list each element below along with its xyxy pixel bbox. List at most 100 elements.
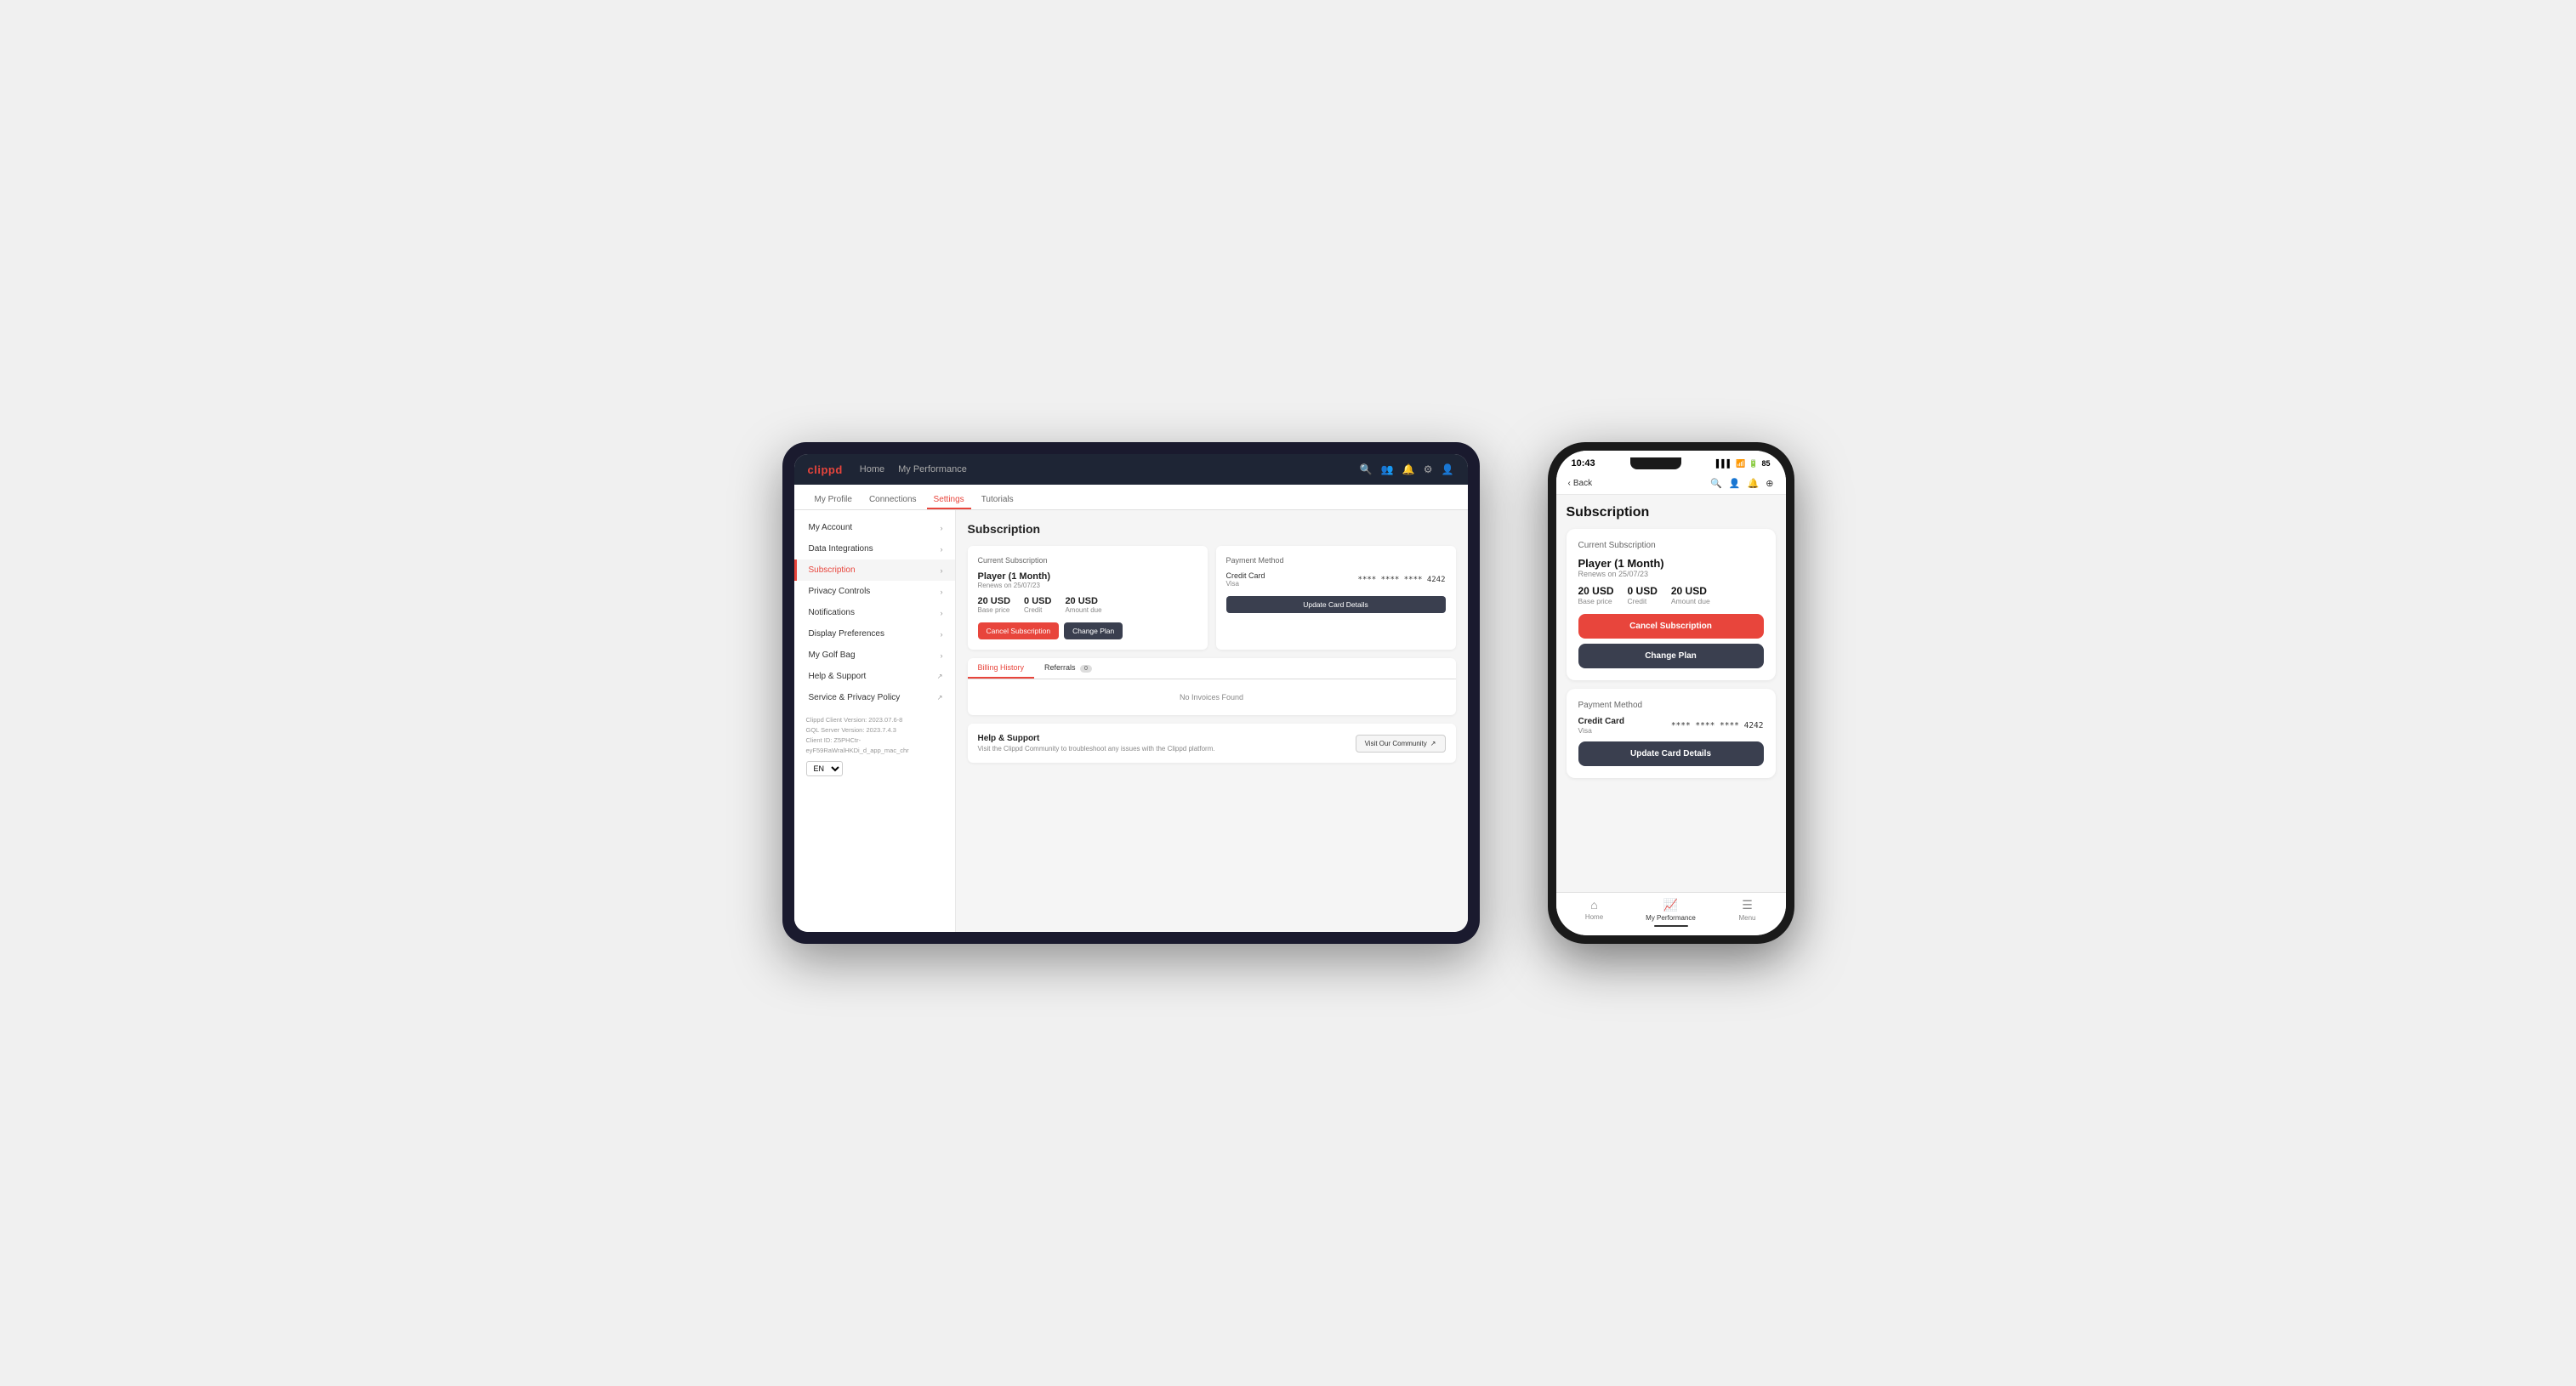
tablet-main-content: Subscription Current Subscription Player… (956, 510, 1468, 932)
payment-method-card: Payment Method Credit Card Visa **** ***… (1216, 546, 1456, 650)
chevron-icon: › (941, 609, 943, 617)
page-title: Subscription (968, 522, 1456, 536)
chevron-icon: › (941, 651, 943, 660)
sidebar-item-subscription[interactable]: Subscription › (794, 560, 955, 581)
bell-icon[interactable]: 🔔 (1402, 463, 1415, 475)
change-plan-button[interactable]: Change Plan (1064, 622, 1123, 639)
wifi-icon: 📶 (1736, 459, 1745, 469)
avatar-icon[interactable]: 👤 (1442, 463, 1454, 475)
phone-cancel-subscription-button[interactable]: Cancel Subscription (1578, 614, 1764, 639)
base-price: 20 USD Base price (978, 596, 1011, 614)
tablet-sidebar: My Account › Data Integrations › Subscri… (794, 510, 956, 932)
add-icon[interactable]: ⊕ (1766, 478, 1773, 489)
phone-renewal-date: Renews on 25/07/23 (1578, 570, 1764, 578)
battery-percentage: 85 (1761, 459, 1770, 468)
phone-nav-menu[interactable]: ☰ Menu (1709, 898, 1786, 927)
phone-notch (1630, 457, 1681, 469)
card-number: **** **** **** 4242 (1358, 576, 1446, 584)
current-subscription-title: Current Subscription (978, 556, 1197, 565)
current-subscription-card: Current Subscription Player (1 Month) Re… (968, 546, 1208, 650)
search-icon[interactable]: 🔍 (1360, 463, 1373, 475)
subnav-my-profile[interactable]: My Profile (808, 491, 859, 509)
phone-nav-bar: ‹ Back 🔍 👤 🔔 ⊕ (1556, 473, 1786, 495)
sidebar-item-display-preferences[interactable]: Display Preferences › (794, 623, 955, 645)
phone-credit: 0 USD Credit (1628, 585, 1658, 605)
phone-nav-home[interactable]: ⌂ Home (1556, 898, 1633, 927)
status-icons: ▌▌▌ 📶 🔋 85 (1716, 459, 1771, 469)
phone-screen: 10:43 ▌▌▌ 📶 🔋 85 ‹ Back 🔍 👤 🔔 ⊕ (1556, 451, 1786, 935)
phone-payment-row: Credit Card Visa **** **** **** 4242 (1578, 717, 1764, 735)
people-icon[interactable]: 👥 (1381, 463, 1394, 475)
billing-history-card: Billing History Referrals 0 No Invoices … (968, 658, 1456, 715)
cancel-subscription-button[interactable]: Cancel Subscription (978, 622, 1060, 639)
sidebar-item-notifications[interactable]: Notifications › (794, 602, 955, 623)
nav-home[interactable]: Home (860, 464, 884, 474)
tablet-body: My Account › Data Integrations › Subscri… (794, 510, 1468, 932)
billing-tabs: Billing History Referrals 0 (968, 658, 1456, 679)
subnav-settings[interactable]: Settings (927, 491, 971, 509)
bell-icon[interactable]: 🔔 (1748, 478, 1760, 489)
credit-amount: 0 USD Credit (1024, 596, 1051, 614)
referrals-tab[interactable]: Referrals 0 (1034, 658, 1102, 679)
payment-card-info: Credit Card Visa **** **** **** 4242 (1226, 571, 1446, 588)
phone-bottom-nav: ⌂ Home 📈 My Performance ☰ Menu (1556, 892, 1786, 935)
card-details: Credit Card Visa (1226, 571, 1265, 588)
home-icon: ⌂ (1590, 898, 1597, 912)
signal-icon: ▌▌▌ (1716, 459, 1732, 468)
chevron-icon: › (941, 566, 943, 575)
language-dropdown[interactable]: EN (806, 761, 843, 776)
billing-content: No Invoices Found (968, 679, 1456, 715)
active-indicator (1654, 925, 1688, 927)
phone-plan-name: Player (1 Month) (1578, 557, 1764, 570)
tablet-nav-icons: 🔍 👥 🔔 ⚙ 👤 (1360, 463, 1454, 475)
subnav-connections[interactable]: Connections (862, 491, 924, 509)
back-button[interactable]: ‹ Back (1568, 479, 1593, 488)
phone-subscription-title: Current Subscription (1578, 541, 1764, 550)
phone-content: Subscription Current Subscription Player… (1556, 495, 1786, 892)
phone-card-number: **** **** **** 4242 (1671, 721, 1764, 730)
visit-community-button[interactable]: Visit Our Community ↗ (1356, 735, 1446, 753)
tablet-nav-links: Home My Performance (860, 464, 967, 474)
tablet-device: clippd Home My Performance 🔍 👥 🔔 ⚙ 👤 My … (782, 442, 1480, 944)
status-time: 10:43 (1572, 458, 1595, 469)
tablet-top-nav: clippd Home My Performance 🔍 👥 🔔 ⚙ 👤 (794, 454, 1468, 485)
phone-status-bar: 10:43 ▌▌▌ 📶 🔋 85 (1556, 451, 1786, 473)
menu-icon: ☰ (1742, 898, 1753, 912)
billing-history-tab[interactable]: Billing History (968, 658, 1035, 679)
phone-payment-title: Payment Method (1578, 701, 1764, 710)
phone-amounts: 20 USD Base price 0 USD Credit 20 USD Am… (1578, 585, 1764, 605)
settings-icon[interactable]: ⚙ (1424, 463, 1433, 475)
nav-my-performance[interactable]: My Performance (898, 464, 967, 474)
subnav-tutorials[interactable]: Tutorials (975, 491, 1021, 509)
sidebar-item-my-golf-bag[interactable]: My Golf Bag › (794, 645, 955, 666)
tablet-screen: clippd Home My Performance 🔍 👥 🔔 ⚙ 👤 My … (794, 454, 1468, 932)
sidebar-item-data-integrations[interactable]: Data Integrations › (794, 538, 955, 560)
sidebar-item-help-support[interactable]: Help & Support ↗ (794, 666, 955, 687)
performance-icon: 📈 (1663, 898, 1678, 912)
update-card-button[interactable]: Update Card Details (1226, 596, 1446, 613)
person-icon[interactable]: 👤 (1729, 478, 1741, 489)
phone-device: 10:43 ▌▌▌ 📶 🔋 85 ‹ Back 🔍 👤 🔔 ⊕ (1548, 442, 1794, 944)
phone-nav-my-performance[interactable]: 📈 My Performance (1633, 898, 1709, 927)
external-link-icon: ↗ (937, 673, 943, 680)
sidebar-item-privacy-controls[interactable]: Privacy Controls › (794, 581, 955, 602)
phone-payment-card: Payment Method Credit Card Visa **** ***… (1567, 689, 1776, 778)
chevron-icon: › (941, 524, 943, 532)
plan-name: Player (1 Month) (978, 571, 1197, 582)
app-logo: clippd (808, 463, 843, 476)
language-selector[interactable]: EN (806, 761, 943, 776)
battery-icon: 🔋 (1749, 459, 1758, 469)
search-icon[interactable]: 🔍 (1710, 478, 1722, 489)
sidebar-item-my-account[interactable]: My Account › (794, 517, 955, 538)
external-link-icon: ↗ (1430, 740, 1436, 747)
subscription-amounts: 20 USD Base price 0 USD Credit 20 USD Am… (978, 596, 1197, 614)
phone-base-price: 20 USD Base price (1578, 585, 1614, 605)
sidebar-footer: Clippd Client Version: 2023.07.6-8 GQL S… (794, 708, 955, 783)
phone-change-plan-button[interactable]: Change Plan (1578, 644, 1764, 668)
payment-method-title: Payment Method (1226, 556, 1446, 565)
phone-page-title: Subscription (1567, 505, 1776, 520)
phone-update-card-button[interactable]: Update Card Details (1578, 741, 1764, 766)
renewal-date: Renews on 25/07/23 (978, 582, 1197, 589)
sidebar-item-privacy-policy[interactable]: Service & Privacy Policy ↗ (794, 687, 955, 708)
help-text: Help & Support Visit the Clippd Communit… (978, 734, 1215, 753)
